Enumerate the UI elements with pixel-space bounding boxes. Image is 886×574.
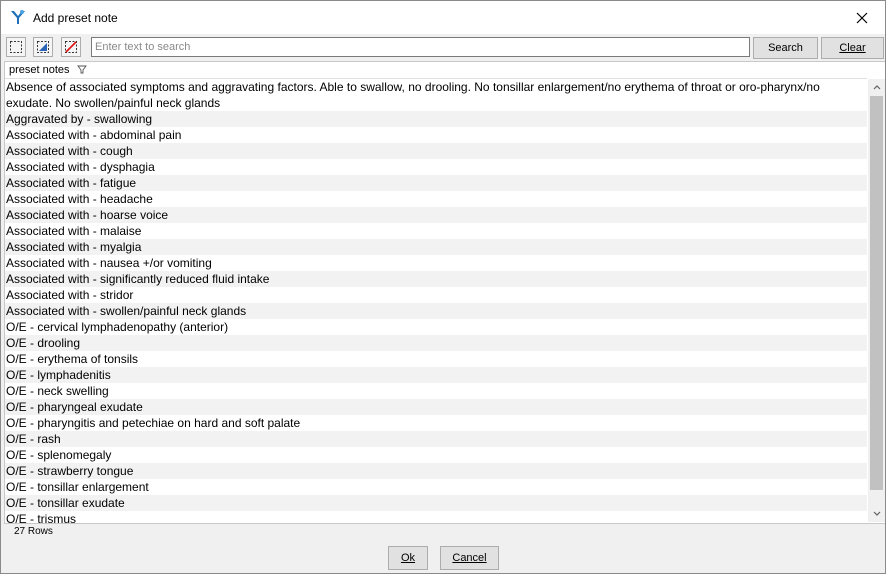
clear-button[interactable]: Clear: [821, 37, 884, 59]
table-row[interactable]: O/E - erythema of tonsils: [5, 351, 867, 367]
deselect-all-button[interactable]: [61, 37, 81, 57]
window-title: Add preset note: [33, 11, 118, 25]
select-visible-icon: [37, 41, 49, 53]
table-row[interactable]: Associated with - swollen/painful neck g…: [5, 303, 867, 319]
table-row[interactable]: O/E - trismus: [5, 511, 867, 523]
table-row[interactable]: Associated with - abdominal pain: [5, 127, 867, 143]
chevron-down-icon: [873, 511, 880, 516]
add-preset-note-dialog: Add preset note Search Clear: [0, 0, 886, 574]
table-row[interactable]: O/E - tonsillar enlargement: [5, 479, 867, 495]
table-row[interactable]: O/E - strawberry tongue: [5, 463, 867, 479]
deselect-all-icon: [65, 41, 77, 53]
table-row[interactable]: Associated with - significantly reduced …: [5, 271, 867, 287]
table-row[interactable]: O/E - pharyngitis and petechiae on hard …: [5, 415, 867, 431]
table-row[interactable]: Associated with - fatigue: [5, 175, 867, 191]
scroll-down-button[interactable]: [868, 505, 885, 522]
close-button[interactable]: [839, 1, 885, 34]
table-row[interactable]: O/E - rash: [5, 431, 867, 447]
filter-icon[interactable]: [76, 65, 87, 74]
select-all-icon: [10, 41, 22, 53]
toolbar: Search Clear: [1, 34, 885, 60]
scrollbar-thumb[interactable]: [870, 96, 883, 490]
table-row[interactable]: Associated with - malaise: [5, 223, 867, 239]
scroll-up-button[interactable]: [868, 79, 885, 96]
table-row[interactable]: Associated with - dysphagia: [5, 159, 867, 175]
close-icon: [856, 12, 868, 23]
column-header-label: preset notes: [9, 64, 70, 76]
table-row[interactable]: O/E - splenomegaly: [5, 447, 867, 463]
chevron-up-icon: [873, 85, 880, 90]
table-row[interactable]: Associated with - nausea +/or vomiting: [5, 255, 867, 271]
table-row[interactable]: Aggravated by - swallowing: [5, 111, 867, 127]
app-logo-icon: [11, 10, 25, 24]
search-input[interactable]: [91, 37, 750, 57]
grid-rows: Absence of associated symptoms and aggra…: [5, 79, 867, 523]
table-row[interactable]: O/E - cervical lymphadenopathy (anterior…: [5, 319, 867, 335]
search-button[interactable]: Search: [753, 37, 818, 59]
table-row[interactable]: O/E - lymphadenitis: [5, 367, 867, 383]
table-row[interactable]: Absence of associated symptoms and aggra…: [5, 79, 867, 111]
preset-notes-grid: preset notes Absence of associated sympt…: [4, 61, 885, 524]
vertical-scrollbar[interactable]: [868, 79, 885, 522]
table-row[interactable]: O/E - drooling: [5, 335, 867, 351]
cancel-label: Cancel: [452, 552, 487, 564]
column-header-preset-notes[interactable]: preset notes: [5, 62, 867, 79]
ok-label: Ok: [400, 552, 416, 564]
ok-button[interactable]: Ok: [388, 546, 428, 570]
select-visible-button[interactable]: [33, 37, 53, 57]
table-row[interactable]: Associated with - hoarse voice: [5, 207, 867, 223]
row-count: 27 Rows: [14, 526, 53, 537]
select-all-button[interactable]: [6, 37, 26, 57]
table-row[interactable]: O/E - neck swelling: [5, 383, 867, 399]
table-row[interactable]: Associated with - headache: [5, 191, 867, 207]
table-row[interactable]: Associated with - stridor: [5, 287, 867, 303]
table-row[interactable]: O/E - tonsillar exudate: [5, 495, 867, 511]
table-row[interactable]: Associated with - myalgia: [5, 239, 867, 255]
table-row[interactable]: Associated with - cough: [5, 143, 867, 159]
title-bar: Add preset note: [1, 1, 885, 34]
cancel-button[interactable]: Cancel: [440, 546, 499, 570]
table-row[interactable]: O/E - pharyngeal exudate: [5, 399, 867, 415]
